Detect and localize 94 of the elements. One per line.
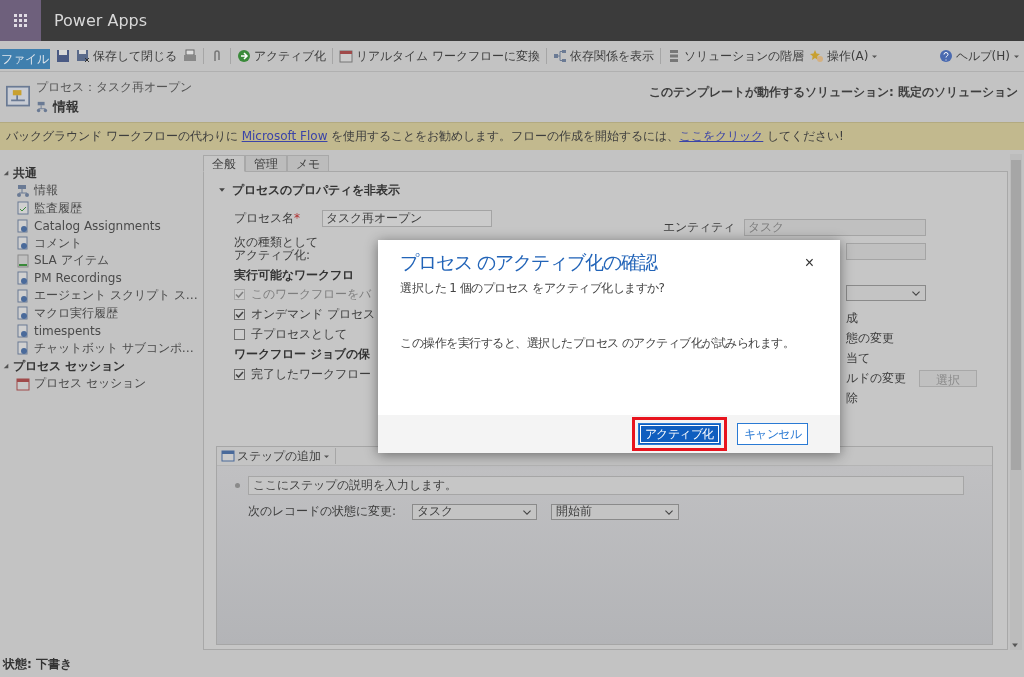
tab[interactable]: 全般	[203, 155, 245, 172]
solution-text: このテンプレートが動作するソリューション: 既定のソリューション	[649, 84, 1018, 101]
status-value: 下書き	[35, 656, 72, 673]
nav-item[interactable]: エージェント スクリプト ス…	[0, 287, 200, 305]
expanded-triangle-icon	[2, 362, 10, 370]
checkbox[interactable]	[234, 328, 245, 340]
field-label: 次の種類としてアクティブ化:	[234, 236, 319, 262]
waffle-icon	[14, 14, 27, 27]
section-header[interactable]: プロセスのプロパティを非表示	[216, 180, 995, 200]
document-icon	[16, 253, 30, 268]
document-gear-icon	[16, 288, 30, 303]
document-gear-icon	[16, 218, 30, 233]
file-tab[interactable]: ファイル	[0, 49, 50, 69]
save-and-close-button[interactable]: 保存して閉じる	[76, 47, 177, 65]
option-label: ルドの変更	[846, 369, 906, 387]
process-name-field[interactable]: タスク再オープン	[322, 209, 492, 227]
expanded-triangle-icon	[2, 169, 10, 177]
nav-item[interactable]: チャットボット サブコンポ…	[0, 339, 200, 357]
notice-text: バックグラウンド ワークフローの代わりに Microsoft Flow を使用することをお勧めします。フローの作成を開始するには、ここをクリック してください!	[6, 128, 844, 145]
nav-item[interactable]: プロセス セッション	[0, 375, 200, 393]
checkbox-label: オンデマンド プロセス	[251, 305, 375, 323]
step-description-field[interactable]: ここにステップの説明を入力します。	[248, 476, 964, 495]
page-title: 情報	[53, 97, 79, 116]
nav-item[interactable]: マクロ実行履歴	[0, 304, 200, 322]
dropdown-field[interactable]	[846, 285, 926, 301]
document-gear-icon	[16, 323, 30, 338]
checkbox-label: 子プロセスとして	[251, 325, 347, 343]
status-label: 次のレコードの状態に変更:	[248, 503, 397, 520]
add-step-button[interactable]: ステップの追加	[221, 447, 330, 465]
nav-section[interactable]: プロセス セッション	[0, 357, 200, 375]
field-label: エンティティ	[663, 218, 736, 236]
group-heading: 実行可能なワークフロ	[234, 266, 354, 284]
app-title: Power Apps	[54, 11, 148, 30]
process-icon	[6, 85, 30, 109]
group-heading: ワークフロー ジョブの保	[234, 345, 371, 363]
document-gear-icon	[16, 341, 30, 356]
nav-item[interactable]: timespents	[0, 322, 200, 340]
cancel-button[interactable]: キャンセル	[736, 423, 808, 445]
tab[interactable]: メモ	[287, 155, 329, 172]
hierarchy-icon	[552, 49, 567, 63]
scrollbar[interactable]	[1010, 154, 1022, 650]
nav-item[interactable]: Catalog Assignments	[0, 217, 200, 235]
nav-item[interactable]: 監査履歴	[0, 199, 200, 217]
dialog-title: プロセス のアクティブ化の確認	[400, 250, 658, 275]
document-check-icon	[16, 201, 30, 216]
field-label: プロセス名*	[234, 209, 301, 227]
dialog-message: この操作を実行すると、選択したプロセス のアクティブ化が試みられます。	[400, 335, 796, 352]
document-gear-icon	[16, 236, 30, 251]
status-label: 状態:	[3, 656, 32, 673]
checkbox[interactable]	[234, 368, 245, 380]
convert-button[interactable]: リアルタイム ワークフローに変換	[339, 47, 540, 65]
calendar-icon	[339, 49, 353, 63]
document-gear-icon	[16, 306, 30, 321]
calendar-icon	[16, 376, 30, 391]
click-here-link[interactable]: ここをクリック	[679, 129, 764, 143]
option-label: 当て	[846, 349, 870, 367]
save-close-icon	[76, 49, 90, 63]
save-icon	[56, 49, 70, 63]
caret-down-icon	[218, 186, 226, 194]
breadcrumb: プロセス：タスク再オープン	[36, 78, 192, 96]
help-menu[interactable]: ヘルプ(H)	[938, 47, 1020, 65]
nav-section[interactable]: 共通	[0, 164, 200, 182]
required-mark: *	[294, 210, 300, 225]
close-button[interactable]: ×	[800, 254, 818, 272]
option-label: 除	[846, 389, 858, 407]
dependencies-button[interactable]: 依存関係を表示	[552, 47, 654, 65]
star-hand-icon	[809, 49, 824, 63]
chevron-down-icon	[911, 288, 921, 298]
help-icon	[938, 49, 953, 63]
option-label: 成	[846, 309, 858, 327]
status-select[interactable]: 開始前	[551, 503, 680, 520]
solution-layers-button[interactable]: ソリューションの階層	[666, 47, 804, 65]
printer-icon	[183, 49, 197, 63]
hierarchy-icon	[36, 100, 48, 113]
text-field[interactable]	[846, 243, 926, 260]
bullet-icon	[235, 483, 240, 488]
tab[interactable]: 管理	[245, 155, 287, 172]
nav-item[interactable]: コメント	[0, 234, 200, 252]
document-gear-icon	[16, 271, 30, 286]
checkbox[interactable]	[234, 308, 245, 320]
nav-item[interactable]: PM Recordings	[0, 269, 200, 287]
arrow-circle-icon	[237, 49, 251, 63]
entity-select[interactable]: タスク	[412, 503, 538, 520]
checkbox-label: 完了したワークフロー	[251, 365, 371, 383]
hierarchy-icon	[16, 183, 30, 198]
nav-item[interactable]: SLA アイテム	[0, 252, 200, 270]
activate-button[interactable]: アクティブ化	[237, 47, 326, 65]
app-launcher-button[interactable]	[0, 0, 41, 41]
option-label: 態の変更	[846, 329, 894, 347]
microsoft-flow-link[interactable]: Microsoft Flow	[241, 129, 328, 143]
activate-button[interactable]: アクティブ化	[637, 423, 721, 445]
dialog-question: 選択した 1 個のプロセス をアクティブ化しますか?	[400, 280, 666, 297]
actions-menu[interactable]: 操作(A)	[809, 47, 879, 65]
nav-item[interactable]: 情報	[0, 182, 200, 200]
